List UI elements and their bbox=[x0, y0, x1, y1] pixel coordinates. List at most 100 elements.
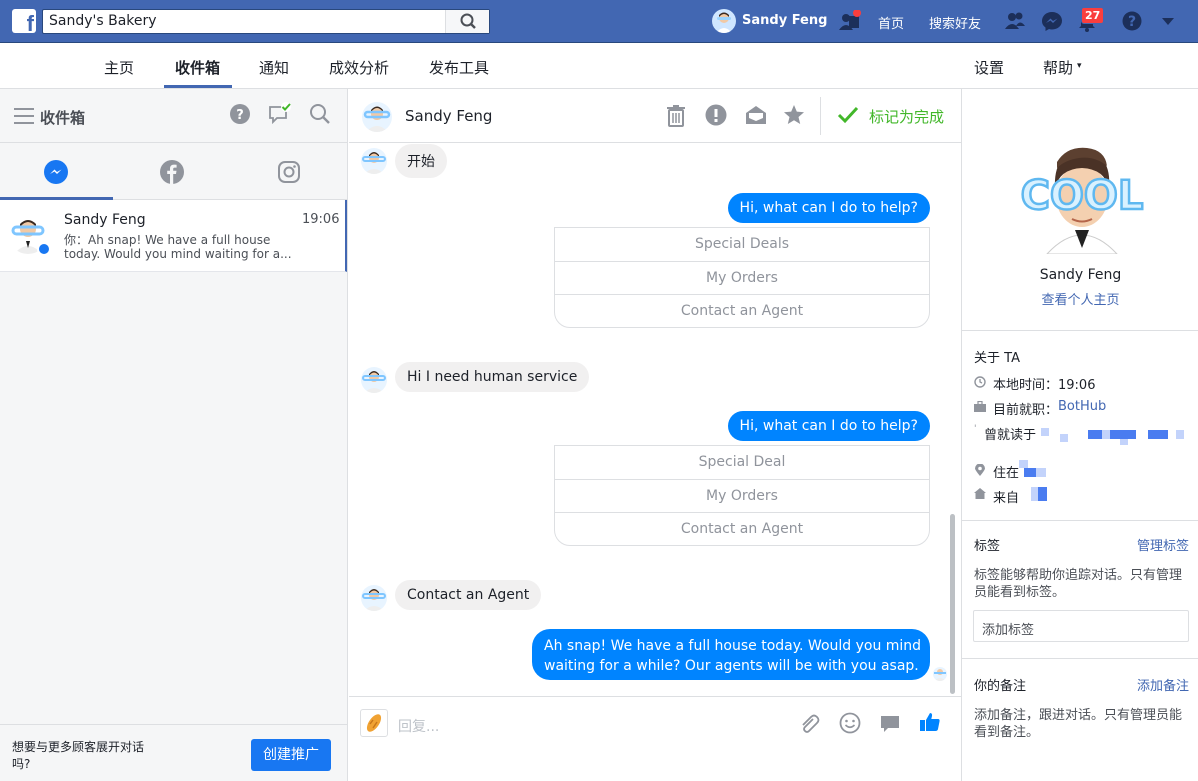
user-name-link[interactable]: Sandy Feng bbox=[742, 13, 827, 28]
star-icon[interactable] bbox=[783, 104, 805, 130]
tab-facebook[interactable] bbox=[113, 143, 230, 200]
home-icon bbox=[974, 488, 986, 499]
location-pin-icon bbox=[975, 464, 985, 476]
svg-text:?: ? bbox=[236, 108, 244, 123]
reply-input[interactable]: 回复... bbox=[398, 716, 439, 736]
work-label: 目前就职： bbox=[993, 403, 1059, 418]
avatar bbox=[362, 102, 392, 132]
tab-insights[interactable]: 成效分析 bbox=[329, 57, 389, 78]
quick-reply-contact-agent[interactable]: Contact an Agent bbox=[555, 294, 929, 327]
svg-text:?: ? bbox=[1128, 14, 1136, 30]
account-menu-icon[interactable] bbox=[1158, 10, 1182, 32]
tab-instagram[interactable] bbox=[230, 143, 347, 200]
studied-label: 曾就读于 bbox=[984, 428, 1037, 443]
search-field[interactable]: Sandy's Bakery bbox=[42, 9, 490, 34]
menu-icon[interactable] bbox=[14, 108, 36, 128]
create-promotion-button[interactable]: 创建推广 bbox=[251, 739, 331, 771]
quick-replies-2: Special Deal My Orders Contact an Agent bbox=[554, 445, 930, 546]
settings-link[interactable]: 设置 bbox=[974, 57, 1004, 78]
friends-icon[interactable] bbox=[1003, 10, 1027, 32]
quick-reply-special-deals[interactable]: Special Deals bbox=[555, 228, 929, 261]
profile-name: Sandy Feng bbox=[1039, 267, 1122, 283]
tab-inbox[interactable]: 收件箱 bbox=[175, 57, 220, 78]
search-icon bbox=[460, 13, 476, 29]
emoji-icon[interactable] bbox=[839, 712, 861, 738]
svg-text:COOL: COOL bbox=[1021, 173, 1144, 219]
lives-in-label: 住在 bbox=[993, 466, 1020, 481]
conversation-panel: Sandy Feng 标记为完成 开始 Hi, what can I do to… bbox=[349, 89, 961, 781]
help-dropdown-icon[interactable]: ▾ bbox=[1077, 61, 1082, 71]
profile-panel: COOL Sandy Feng 查看个人主页 关于 TA 本地时间：19:06 … bbox=[961, 89, 1198, 781]
search-input[interactable]: Sandy's Bakery bbox=[49, 13, 157, 29]
search-button[interactable] bbox=[445, 10, 489, 33]
tab-publishing-tools[interactable]: 发布工具 bbox=[429, 57, 489, 78]
quick-reply-special-deal[interactable]: Special Deal bbox=[555, 446, 929, 479]
seen-avatar-icon bbox=[933, 667, 947, 681]
message-out-greeting-1: Hi, what can I do to help? bbox=[727, 193, 930, 223]
tab-messenger[interactable] bbox=[0, 143, 113, 200]
conversation-name: Sandy Feng bbox=[64, 212, 146, 228]
contact-avatar bbox=[361, 585, 387, 611]
add-note-link[interactable]: 添加备注 bbox=[1137, 675, 1189, 694]
mark-read-icon[interactable] bbox=[268, 101, 294, 129]
messenger-icon bbox=[44, 160, 68, 184]
help-circle-icon[interactable]: ? bbox=[229, 103, 251, 129]
conversation-preview-line2: today. Would you mind waiting for a... bbox=[64, 247, 292, 261]
facebook-icon bbox=[160, 160, 184, 184]
tab-home[interactable]: 主页 bbox=[104, 57, 134, 78]
inbox-title: 收件箱 bbox=[40, 109, 86, 127]
divider bbox=[962, 330, 1198, 331]
about-title: 关于 TA bbox=[974, 351, 1020, 366]
scrollbar[interactable] bbox=[950, 514, 955, 694]
facebook-logo-icon[interactable]: f bbox=[12, 9, 36, 33]
quick-reply-my-orders[interactable]: My Orders bbox=[555, 479, 929, 512]
message-line-2: waiting for a while? Our agents will be … bbox=[544, 658, 919, 674]
messenger-icon[interactable] bbox=[1040, 10, 1064, 32]
contact-avatar bbox=[361, 148, 387, 174]
saved-replies-icon[interactable] bbox=[879, 713, 901, 739]
school-icon: ' bbox=[974, 424, 977, 434]
promo-text-2: 吗? bbox=[12, 757, 31, 771]
add-tag-input[interactable]: 添加标签 bbox=[973, 610, 1189, 642]
help-icon[interactable]: ? bbox=[1121, 10, 1145, 32]
message-out-full-house: Ah snap! We have a full house today. Wou… bbox=[532, 629, 930, 680]
spam-icon[interactable] bbox=[705, 104, 727, 130]
conversation-item[interactable]: Sandy Feng 19:06 你：Ah snap! We have a fu… bbox=[0, 200, 347, 272]
manage-tags-link[interactable]: 管理标签 bbox=[1137, 535, 1189, 554]
notes-title: 你的备注 bbox=[974, 679, 1027, 694]
attachment-icon[interactable] bbox=[798, 713, 820, 739]
conversation-preview-line1: 你：Ah snap! We have a full house bbox=[64, 233, 271, 247]
channel-tabs bbox=[0, 143, 347, 200]
quick-reply-contact-agent[interactable]: Contact an Agent bbox=[555, 512, 929, 545]
inbox-header: 收件箱 ? bbox=[0, 89, 347, 143]
notes-description-2: 看到备注。 bbox=[974, 725, 1040, 740]
message-in-human-service: Hi I need human service bbox=[395, 362, 590, 392]
checkmark-icon bbox=[837, 106, 859, 124]
tags-description-2: 员能看到标签。 bbox=[974, 585, 1066, 600]
notification-badge: 27 bbox=[1081, 7, 1105, 24]
clock-icon bbox=[974, 376, 986, 388]
mark-done-label: 标记为完成 bbox=[869, 108, 945, 126]
help-link[interactable]: 帮助 bbox=[1043, 57, 1073, 78]
profile-avatar[interactable]: COOL bbox=[1017, 134, 1147, 255]
work-company-link[interactable]: BotHub bbox=[1058, 399, 1106, 414]
divider bbox=[962, 658, 1198, 659]
local-time: 本地时间：19:06 bbox=[993, 378, 1096, 393]
mark-unread-icon[interactable] bbox=[745, 105, 767, 129]
search-conversations-icon[interactable] bbox=[309, 103, 331, 129]
quick-reply-my-orders[interactable]: My Orders bbox=[555, 261, 929, 294]
view-profile-link[interactable]: 查看个人主页 bbox=[962, 289, 1198, 308]
tab-notifications[interactable]: 通知 bbox=[259, 57, 289, 78]
user-avatar[interactable] bbox=[712, 9, 736, 33]
trash-icon[interactable] bbox=[666, 105, 686, 131]
instagram-icon bbox=[278, 161, 300, 183]
page-switch-icon[interactable] bbox=[838, 9, 862, 32]
messenger-badge-icon bbox=[37, 242, 51, 256]
home-link[interactable]: 首页 bbox=[878, 13, 904, 32]
like-icon[interactable] bbox=[919, 711, 941, 737]
reply-composer: 回复... bbox=[349, 696, 961, 781]
find-friends-link[interactable]: 搜索好友 bbox=[929, 13, 981, 32]
page-avatar bbox=[360, 709, 388, 737]
header-divider bbox=[820, 97, 821, 135]
conversation-header: Sandy Feng 标记为完成 bbox=[349, 89, 961, 143]
